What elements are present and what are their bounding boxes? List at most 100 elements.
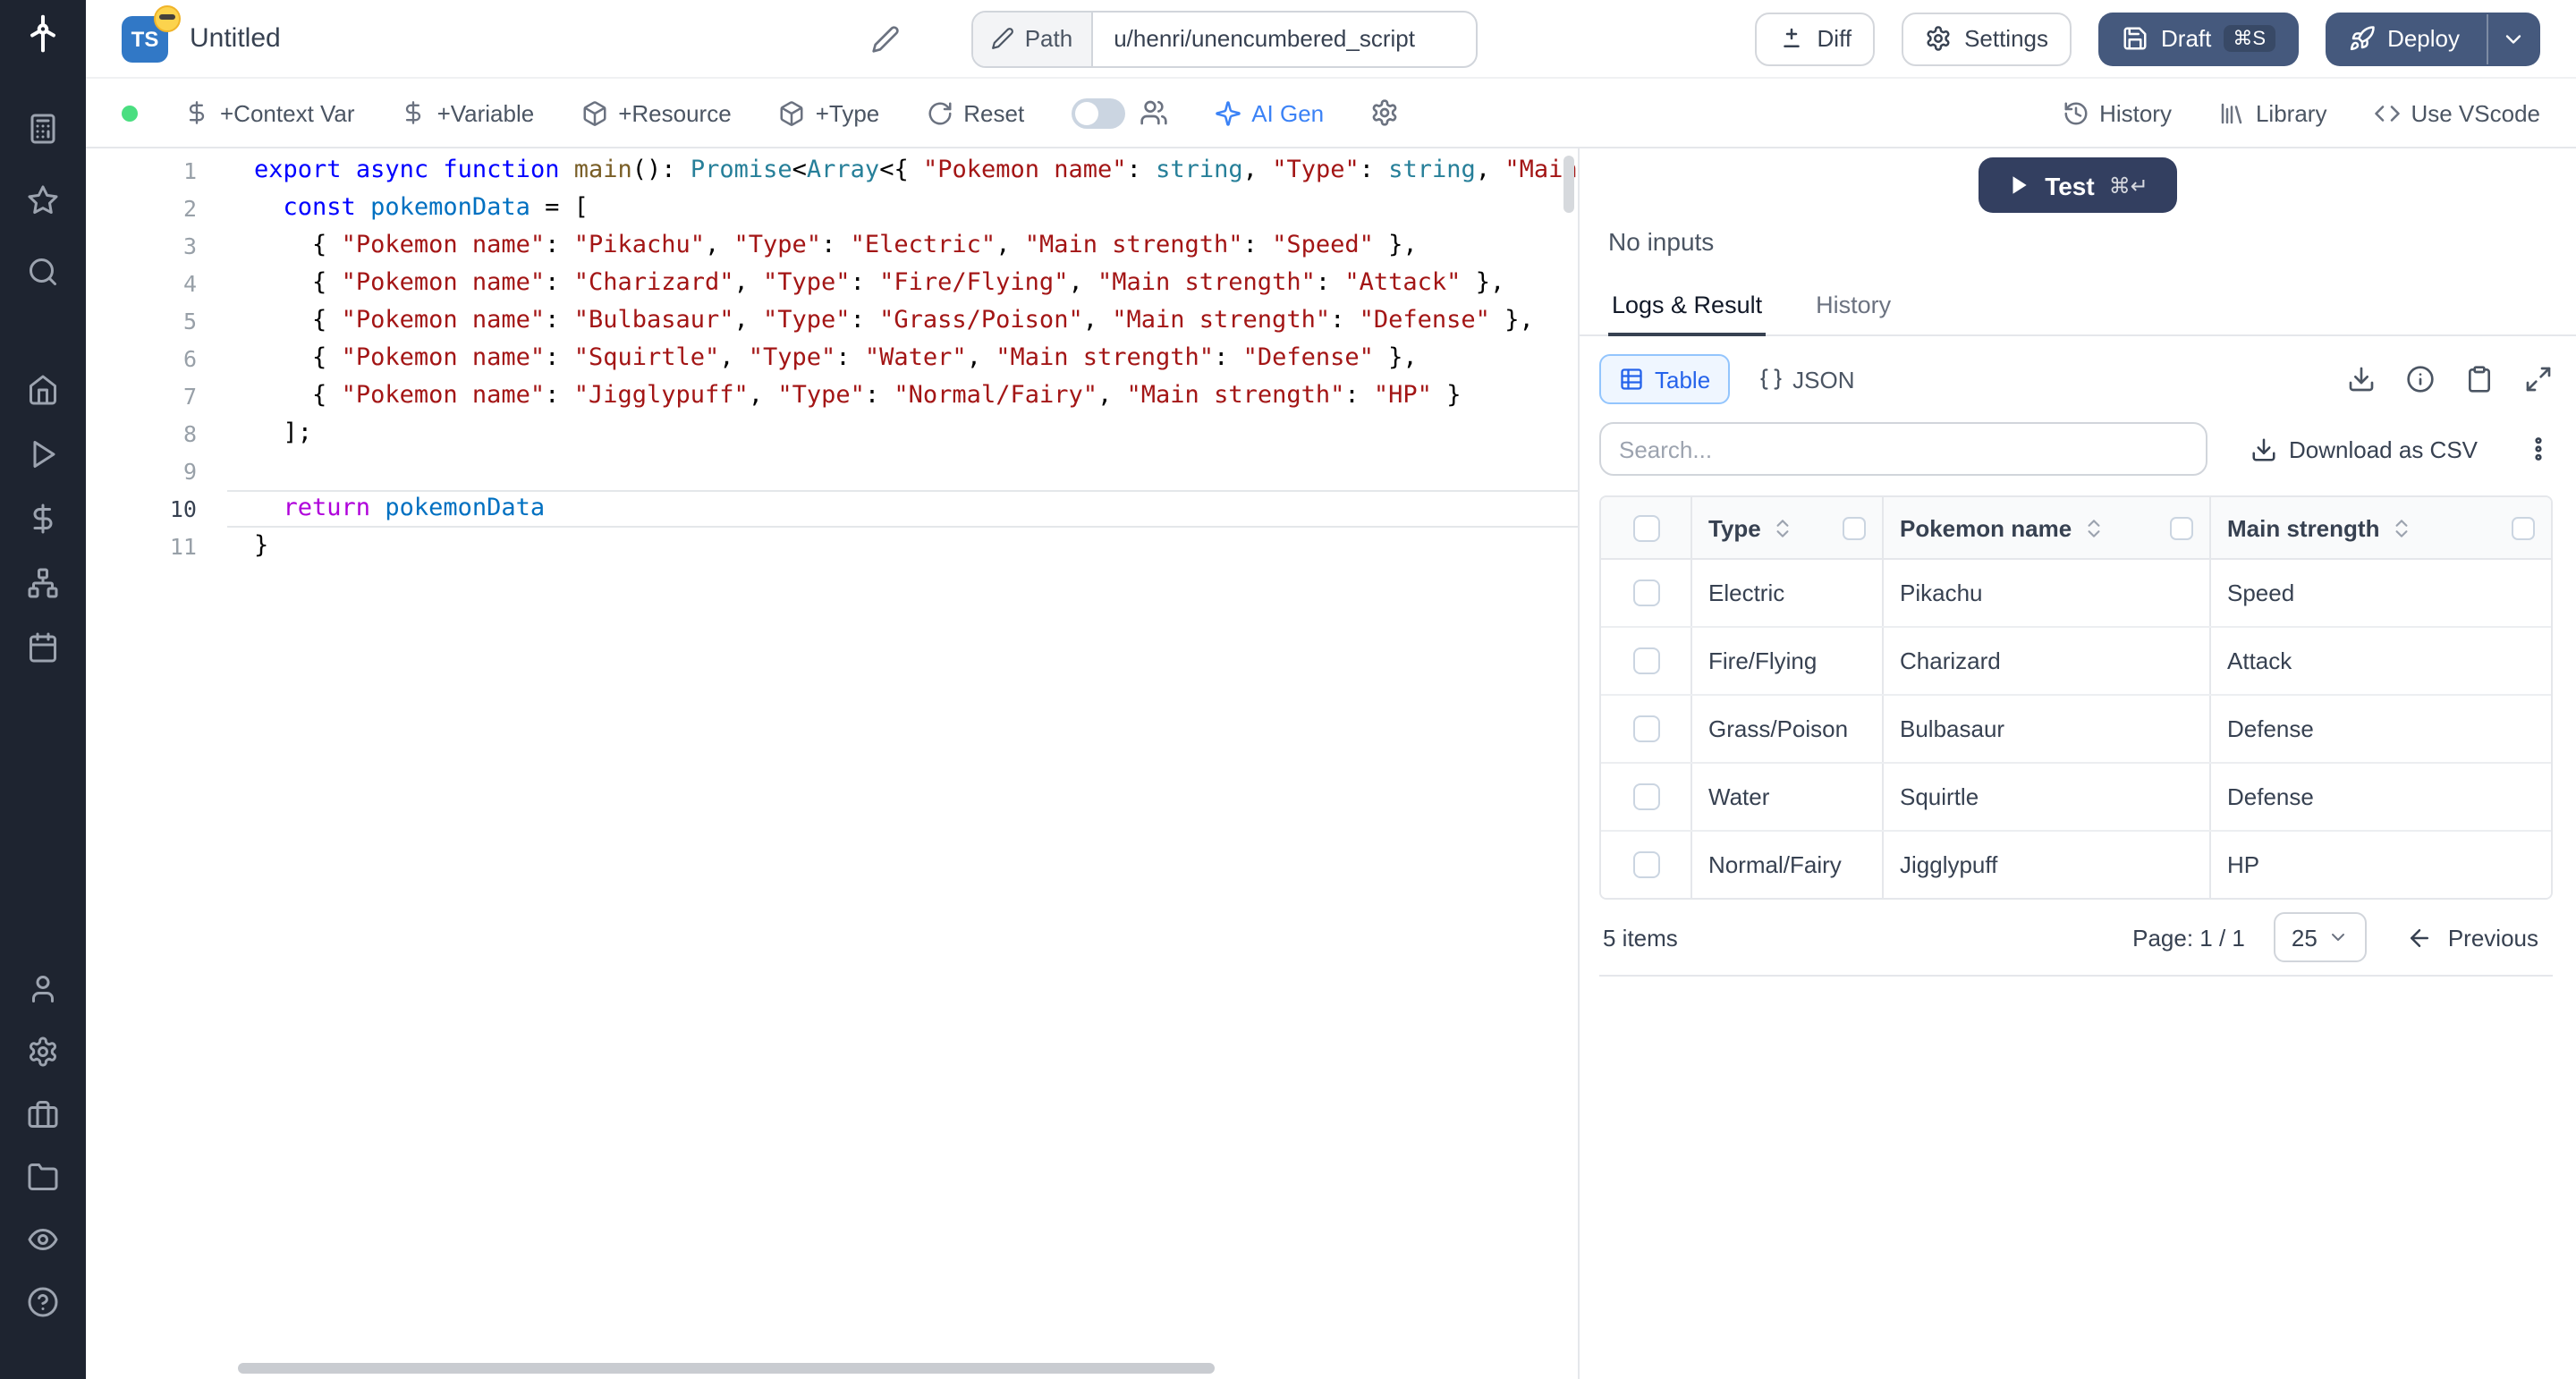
code-line[interactable]: 6 { "Pokemon name": "Squirtle", "Type": … (86, 340, 1578, 377)
path-field[interactable]: Path u/henri/unencumbered_script (971, 10, 1478, 67)
download-icon[interactable] (2347, 365, 2376, 393)
row-checkbox[interactable] (1601, 832, 1690, 898)
editor-settings-button[interactable] (1370, 98, 1399, 127)
code-line[interactable]: 9 (86, 453, 1578, 490)
multiplayer-toggle[interactable] (1071, 97, 1124, 128)
library-button[interactable]: Library (2218, 99, 2327, 126)
download-csv-button[interactable]: Download as CSV (2239, 434, 2488, 464)
code-line[interactable]: 2 const pokemonData = [ (86, 190, 1578, 227)
table-row[interactable]: ElectricPikachuSpeed (1601, 560, 2551, 628)
add-variable-button[interactable]: +Variable (402, 99, 535, 126)
sort-icon[interactable] (2082, 516, 2106, 539)
table-row[interactable]: Normal/FairyJigglypuffHP (1601, 832, 2551, 898)
sort-icon[interactable] (2390, 516, 2413, 539)
code-text[interactable]: { "Pokemon name": "Bulbasaur", "Type": "… (227, 302, 1578, 340)
sidebar-item-settings[interactable] (0, 1019, 86, 1082)
vertical-scrollbar[interactable] (1563, 156, 1574, 213)
add-type-button[interactable]: +Type (778, 99, 880, 126)
sidebar-item-apps[interactable] (0, 93, 86, 165)
code-line[interactable]: 1export async function main(): Promise<A… (86, 152, 1578, 190)
table-row[interactable]: WaterSquirtleDefense (1601, 764, 2551, 832)
code-text[interactable]: } (227, 528, 1578, 565)
row-checkbox[interactable] (1601, 628, 1690, 694)
test-button[interactable]: Test ⌘↵ (1979, 157, 2177, 213)
sidebar-item-resources[interactable] (0, 551, 86, 615)
deploy-dropdown[interactable] (2487, 13, 2538, 63)
previous-page-button[interactable]: Previous (2396, 922, 2549, 952)
sidebar-item-runs[interactable] (0, 422, 86, 486)
row-checkbox[interactable] (1601, 764, 1690, 830)
sidebar-item-schedules[interactable] (0, 615, 86, 680)
column-checkbox[interactable] (1843, 516, 1866, 539)
code-text[interactable]: { "Pokemon name": "Jigglypuff", "Type": … (227, 377, 1578, 415)
add-context-var-button[interactable]: +Context Var (184, 99, 355, 126)
code-text[interactable]: return pokemonData (227, 490, 1578, 528)
path-value[interactable]: u/henri/unencumbered_script (1092, 12, 1475, 65)
tab-logs-result[interactable]: Logs & Result (1608, 279, 1766, 336)
edit-summary-button[interactable] (871, 24, 900, 53)
view-json-button[interactable]: JSON (1744, 356, 1868, 402)
tab-history[interactable]: History (1812, 279, 1894, 336)
maximize-icon[interactable] (2524, 365, 2553, 393)
code-line[interactable]: 3 { "Pokemon name": "Pikachu", "Type": "… (86, 227, 1578, 265)
table-row[interactable]: Fire/FlyingCharizardAttack (1601, 628, 2551, 696)
code-lines: 1export async function main(): Promise<A… (86, 152, 1578, 565)
column-checkbox[interactable] (2512, 516, 2535, 539)
view-table-button[interactable]: Table (1599, 354, 1730, 404)
code-text[interactable]: export async function main(): Promise<Ar… (227, 152, 1578, 190)
code-line[interactable]: 4 { "Pokemon name": "Charizard", "Type":… (86, 265, 1578, 302)
sort-icon[interactable] (1772, 516, 1795, 539)
code-text[interactable]: { "Pokemon name": "Charizard", "Type": "… (227, 265, 1578, 302)
row-checkbox[interactable] (1601, 560, 1690, 626)
code-line[interactable]: 7 { "Pokemon name": "Jigglypuff", "Type"… (86, 377, 1578, 415)
row-checkbox[interactable] (1601, 696, 1690, 762)
ai-gen-button[interactable]: AI Gen (1214, 99, 1324, 126)
code-editor[interactable]: 1export async function main(): Promise<A… (86, 148, 1580, 1379)
diff-button[interactable]: Diff (1755, 12, 1876, 65)
clipboard-icon[interactable] (2465, 365, 2494, 393)
code-text[interactable]: const pokemonData = [ (227, 190, 1578, 227)
sidebar-item-help[interactable] (0, 1270, 86, 1334)
deploy-button[interactable]: Deploy (2325, 12, 2540, 65)
calendar-icon (27, 631, 59, 664)
code-line[interactable]: 8 ]; (86, 415, 1578, 453)
code-line[interactable]: 5 { "Pokemon name": "Bulbasaur", "Type":… (86, 302, 1578, 340)
sidebar-item-folders[interactable] (0, 1145, 86, 1207)
settings-button[interactable]: Settings (1902, 12, 2072, 65)
code-line[interactable]: 10 return pokemonData (86, 490, 1578, 528)
column-header-type[interactable]: Type (1690, 497, 1882, 558)
sitemap-icon (27, 567, 59, 599)
table-row[interactable]: Grass/PoisonBulbasaurDefense (1601, 696, 2551, 764)
draft-button[interactable]: Draft ⌘S (2098, 12, 2298, 65)
reset-button[interactable]: Reset (926, 99, 1024, 126)
sidebar-item-audit[interactable] (0, 1207, 86, 1270)
sidebar-item-workers[interactable] (0, 1082, 86, 1145)
page-size-select[interactable]: 25 (2274, 912, 2368, 962)
path-chip[interactable]: Path (973, 12, 1093, 65)
help-icon (27, 1286, 59, 1318)
column-header-main-strength[interactable]: Main strength (2209, 497, 2551, 558)
code-text[interactable] (227, 453, 1578, 490)
sidebar-item-users[interactable] (0, 957, 86, 1019)
select-all-checkbox[interactable] (1601, 497, 1690, 558)
history-button[interactable]: History (2062, 99, 2172, 126)
column-label: Main strength (2227, 514, 2379, 541)
horizontal-scrollbar[interactable] (238, 1363, 1215, 1374)
column-header-pokemon-name[interactable]: Pokemon name (1882, 497, 2209, 558)
use-vscode-button[interactable]: Use VScode (2373, 99, 2540, 126)
users-icon[interactable] (1139, 98, 1167, 127)
sidebar-item-search[interactable] (0, 236, 86, 308)
code-line[interactable]: 11} (86, 528, 1578, 565)
sidebar-item-home[interactable] (0, 358, 86, 422)
windmill-logo-icon[interactable] (23, 14, 63, 54)
kebab-menu-icon[interactable] (2524, 435, 2553, 463)
sidebar-item-variables[interactable] (0, 486, 86, 551)
info-icon[interactable] (2406, 365, 2435, 393)
code-text[interactable]: ]; (227, 415, 1578, 453)
code-text[interactable]: { "Pokemon name": "Pikachu", "Type": "El… (227, 227, 1578, 265)
add-resource-button[interactable]: +Resource (580, 99, 731, 126)
column-checkbox[interactable] (2170, 516, 2193, 539)
code-text[interactable]: { "Pokemon name": "Squirtle", "Type": "W… (227, 340, 1578, 377)
search-input[interactable] (1599, 422, 2207, 476)
sidebar-item-favorites[interactable] (0, 165, 86, 236)
